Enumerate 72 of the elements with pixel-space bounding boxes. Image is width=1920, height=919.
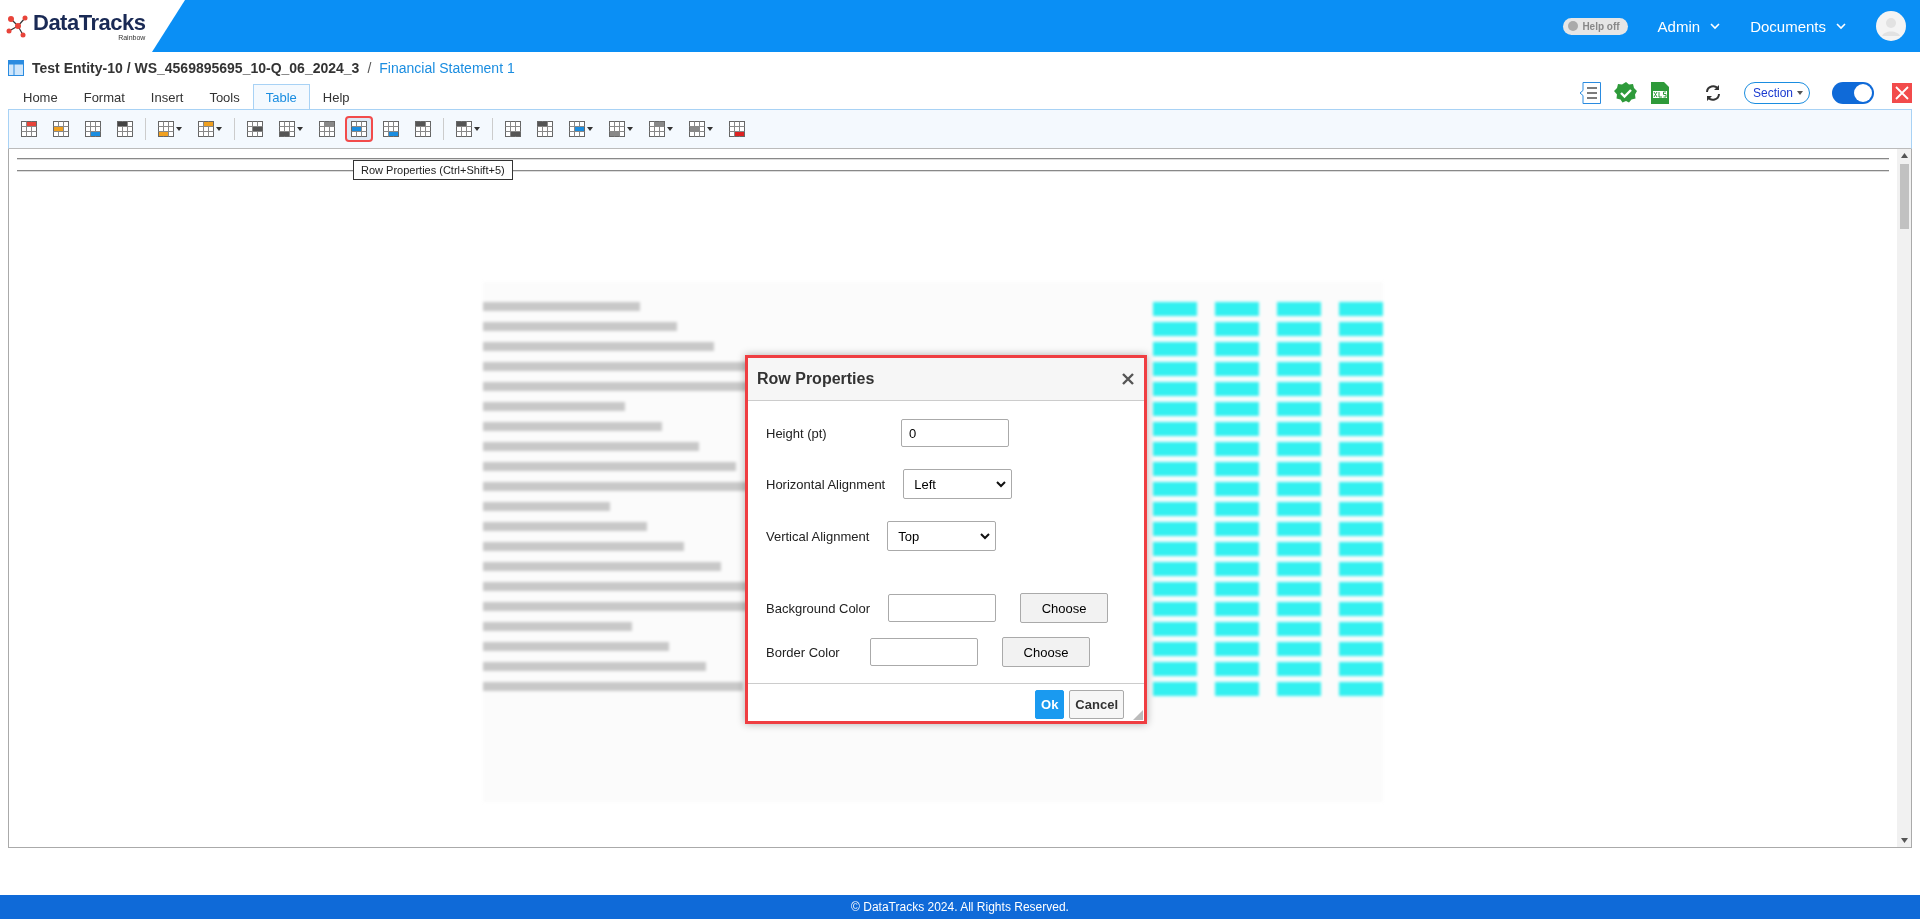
caret-icon[interactable]: [216, 127, 222, 131]
ribbon-tab[interactable]: Insert: [137, 84, 197, 109]
field-label: Border Color: [766, 644, 841, 660]
document-grid-icon: [8, 60, 24, 76]
vertical-scrollbar[interactable]: [1897, 149, 1911, 847]
table-icon[interactable]: [319, 121, 335, 137]
field-label: Background Color: [766, 600, 871, 616]
resize-grip-icon[interactable]: [1133, 710, 1143, 720]
caret-icon[interactable]: [297, 127, 303, 131]
chevron-down-icon[interactable]: [996, 480, 1007, 488]
table-icon[interactable]: [609, 121, 625, 137]
table-icon[interactable]: [537, 121, 553, 137]
color-input-field[interactable]: [888, 594, 997, 622]
caret-icon[interactable]: [587, 127, 593, 131]
section-dropdown[interactable]: Section: [1743, 82, 1810, 104]
table-icon[interactable]: [689, 121, 705, 137]
table-icon[interactable]: [279, 121, 295, 137]
table-icon[interactable]: [729, 121, 745, 137]
alignment-select[interactable]: Left: [903, 469, 1013, 499]
table-icon[interactable]: [383, 121, 399, 137]
table-icon[interactable]: [456, 121, 472, 137]
excel-file-icon[interactable]: [1649, 81, 1670, 105]
table-icon[interactable]: [351, 121, 367, 137]
table-icon[interactable]: [247, 121, 263, 137]
caret-icon[interactable]: [627, 127, 633, 131]
table-icon[interactable]: [505, 121, 521, 137]
table-icon[interactable]: [117, 121, 133, 137]
ribbon-tab[interactable]: Help: [309, 84, 363, 109]
footer-text: © DataTracks 2024. All Rights Reserved.: [0, 895, 1920, 919]
table-icon[interactable]: [21, 121, 37, 137]
choose-button[interactable]: Choose: [1002, 637, 1090, 667]
verified-check-icon[interactable]: [1613, 81, 1638, 105]
dialog-title: Row Properties: [757, 370, 875, 388]
alignment-select[interactable]: Top: [887, 521, 997, 551]
choose-button[interactable]: Choose: [1020, 593, 1109, 623]
table-icon[interactable]: [649, 121, 665, 137]
ribbon-tab[interactable]: Tools: [196, 84, 253, 109]
table-icon[interactable]: [53, 121, 69, 137]
logo-wordmark: DataTracks: [33, 11, 146, 34]
breadcrumb-separator: /: [367, 60, 372, 76]
caret-icon[interactable]: [1797, 91, 1803, 95]
table-icon[interactable]: [569, 121, 585, 137]
avatar-icon[interactable]: [1876, 11, 1906, 41]
scroll-up-icon[interactable]: [1900, 153, 1908, 158]
height-input-field[interactable]: 0: [901, 419, 1009, 447]
caret-icon[interactable]: [474, 127, 480, 131]
tooltip: Row Properties (Ctrl+Shift+5): [353, 160, 513, 180]
list-comment-icon[interactable]: [1577, 81, 1602, 105]
scroll-down-icon[interactable]: [1900, 838, 1908, 843]
breadcrumb-link[interactable]: Financial Statement 1: [379, 60, 515, 76]
table-tool-button[interactable]: [345, 116, 373, 142]
table-icon[interactable]: [415, 121, 431, 137]
close-icon[interactable]: [1122, 373, 1134, 385]
scrollbar-thumb[interactable]: [1899, 164, 1909, 229]
color-input-field[interactable]: [870, 638, 978, 666]
table-icon[interactable]: [85, 121, 101, 137]
field-label: Height (pt): [766, 425, 828, 441]
caret-icon[interactable]: [707, 127, 713, 131]
dialog-button[interactable]: Cancel: [1069, 690, 1124, 719]
breadcrumb-path: Test Entity-10 / WS_4569895695_10-Q_06_2024_3: [32, 60, 360, 76]
ribbon-tab[interactable]: Format: [70, 84, 138, 109]
table-icon[interactable]: [198, 121, 214, 137]
field-label: Horizontal Alignment: [766, 476, 886, 492]
refresh-icon[interactable]: [1703, 84, 1722, 102]
toggle-switch[interactable]: [1832, 82, 1874, 104]
caret-icon[interactable]: [176, 127, 182, 131]
chevron-down-icon[interactable]: [980, 532, 991, 540]
field-label: Vertical Alignment: [766, 528, 870, 544]
caret-icon[interactable]: [667, 127, 673, 131]
close-icon[interactable]: [1892, 83, 1912, 103]
ribbon-tab[interactable]: Home: [10, 84, 71, 109]
table-icon[interactable]: [158, 121, 174, 137]
